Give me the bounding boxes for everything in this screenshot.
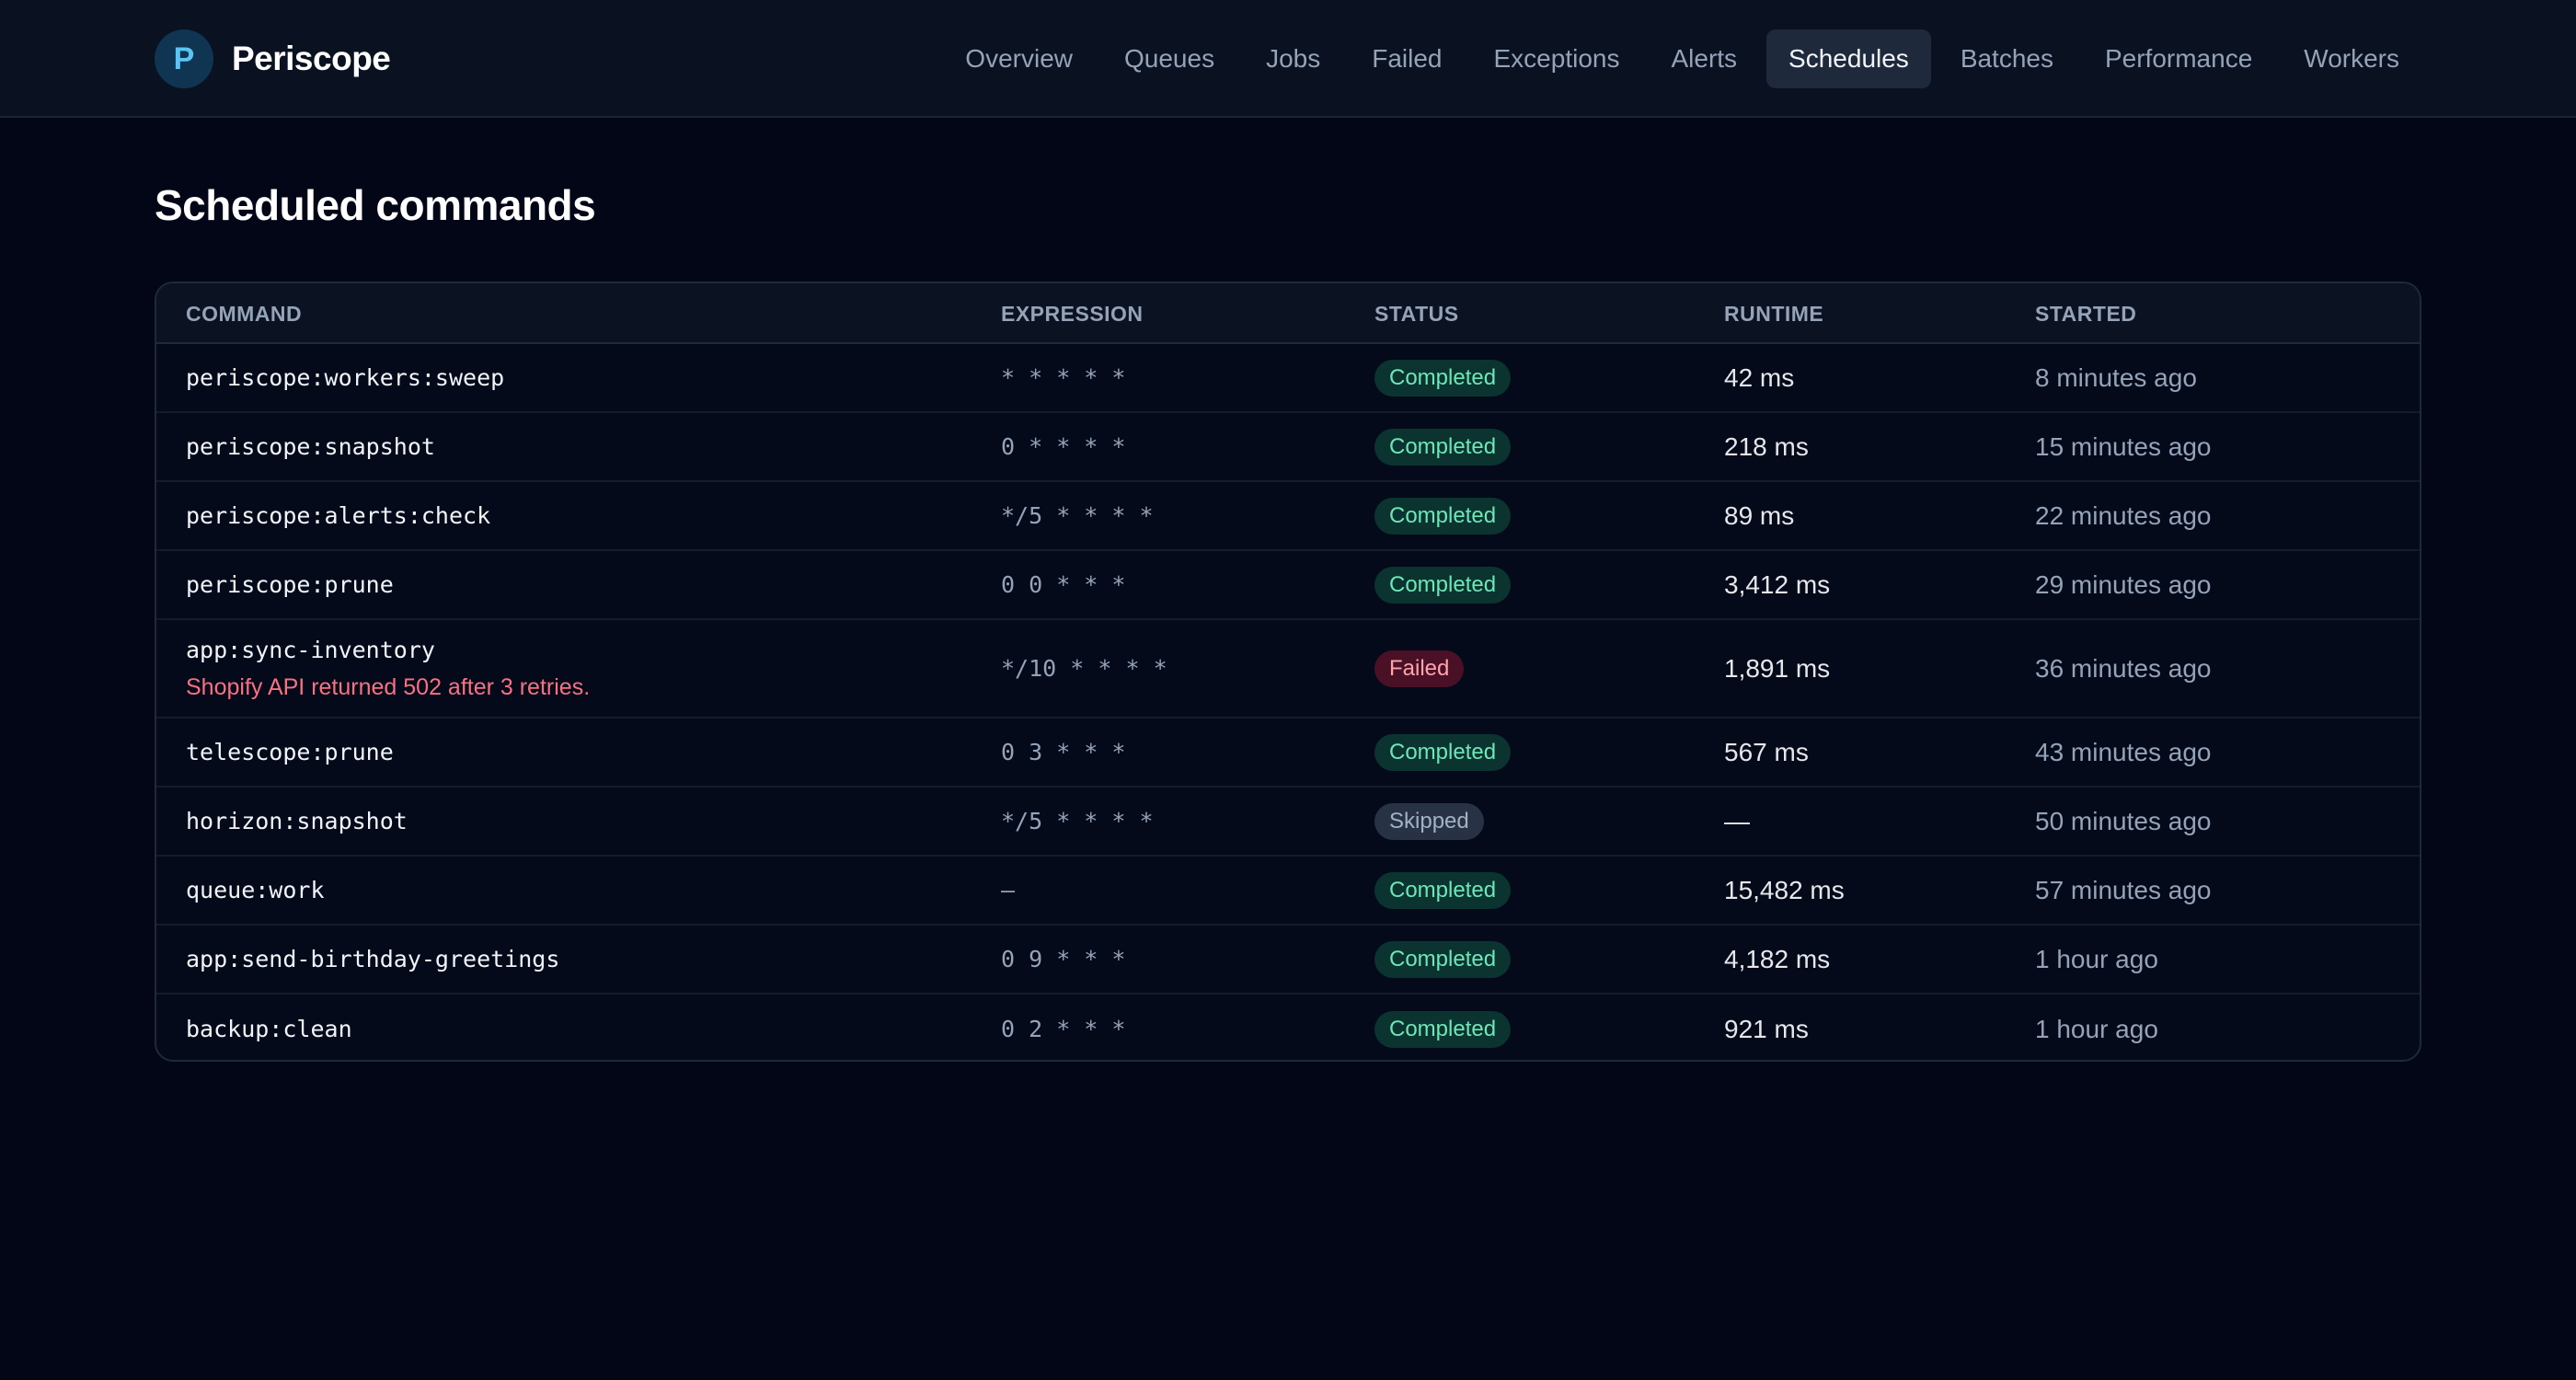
table-row[interactable]: app:send-birthday-greetings 0 9 * * * Co… bbox=[156, 926, 2420, 995]
command-name: periscope:prune bbox=[186, 571, 394, 598]
table-row[interactable]: periscope:prune 0 0 * * * Completed 3,41… bbox=[156, 551, 2420, 620]
command-name: periscope:snapshot bbox=[186, 433, 435, 460]
status-badge: Skipped bbox=[1374, 802, 1484, 840]
command-name: backup:clean bbox=[186, 1016, 352, 1042]
nav-item-jobs[interactable]: Jobs bbox=[1244, 29, 1342, 88]
cron-expression: 0 3 * * * bbox=[1001, 739, 1126, 765]
table-row[interactable]: queue:work — Completed 15,482 ms 57 minu… bbox=[156, 857, 2420, 926]
started-time: 29 minutes ago bbox=[2035, 569, 2212, 599]
status-badge: Completed bbox=[1374, 428, 1512, 466]
started-time: 8 minutes ago bbox=[2035, 362, 2197, 392]
started-time: 36 minutes ago bbox=[2035, 653, 2212, 683]
cron-expression: */5 * * * * bbox=[1001, 808, 1154, 834]
runtime-value: 1,891 ms bbox=[1724, 653, 1831, 683]
app-name: Periscope bbox=[232, 40, 391, 77]
cron-expression: 0 0 * * * bbox=[1001, 571, 1126, 598]
command-name: periscope:workers:sweep bbox=[186, 364, 505, 391]
cron-expression: 0 * * * * bbox=[1001, 433, 1126, 460]
command-name: periscope:alerts:check bbox=[186, 502, 491, 529]
started-time: 22 minutes ago bbox=[2035, 500, 2212, 530]
command-name: queue:work bbox=[186, 877, 325, 903]
column-header-started: STARTED bbox=[2035, 301, 2137, 326]
status-badge: Completed bbox=[1374, 733, 1512, 771]
command-name: telescope:prune bbox=[186, 739, 394, 765]
runtime-value: 42 ms bbox=[1724, 362, 1795, 392]
nav-item-performance[interactable]: Performance bbox=[2083, 29, 2274, 88]
nav-item-queues[interactable]: Queues bbox=[1102, 29, 1236, 88]
page-title: Scheduled commands bbox=[155, 181, 596, 229]
column-header-status: STATUS bbox=[1374, 301, 1459, 326]
runtime-value: 567 ms bbox=[1724, 737, 1809, 766]
status-badge: Completed bbox=[1374, 497, 1512, 535]
status-badge: Failed bbox=[1374, 650, 1465, 687]
table-row[interactable]: telescope:prune 0 3 * * * Completed 567 … bbox=[156, 719, 2420, 788]
status-badge: Completed bbox=[1374, 359, 1512, 397]
column-header-command: COMMAND bbox=[186, 301, 303, 326]
status-badge: Completed bbox=[1374, 871, 1512, 909]
nav-item-failed[interactable]: Failed bbox=[1350, 29, 1464, 88]
error-message: Shopify API returned 502 after 3 retries… bbox=[186, 673, 591, 700]
runtime-value: 4,182 ms bbox=[1724, 944, 1831, 973]
column-header-runtime: RUNTIME bbox=[1724, 301, 1824, 326]
table-row[interactable]: horizon:snapshot */5 * * * * Skipped — 5… bbox=[156, 788, 2420, 857]
status-badge: Completed bbox=[1374, 566, 1512, 604]
runtime-value: 921 ms bbox=[1724, 1014, 1809, 1043]
table-row[interactable]: backup:clean 0 2 * * * Completed 921 ms … bbox=[156, 995, 2420, 1060]
started-time: 57 minutes ago bbox=[2035, 875, 2212, 904]
started-time: 50 minutes ago bbox=[2035, 806, 2212, 835]
cron-expression: */10 * * * * bbox=[1001, 655, 1167, 682]
runtime-value: 89 ms bbox=[1724, 500, 1795, 530]
runtime-value: 15,482 ms bbox=[1724, 875, 1845, 904]
runtime-value: — bbox=[1724, 806, 1750, 835]
cron-expression: 0 9 * * * bbox=[1001, 946, 1126, 972]
cron-expression: * * * * * bbox=[1001, 364, 1126, 391]
started-time: 15 minutes ago bbox=[2035, 431, 2212, 461]
runtime-value: 218 ms bbox=[1724, 431, 1809, 461]
nav-item-alerts[interactable]: Alerts bbox=[1649, 29, 1759, 88]
command-name: app:send-birthday-greetings bbox=[186, 946, 560, 972]
started-time: 43 minutes ago bbox=[2035, 737, 2212, 766]
cron-expression: — bbox=[1001, 877, 1016, 903]
nav-item-overview[interactable]: Overview bbox=[943, 29, 1095, 88]
schedules-table: COMMAND EXPRESSION STATUS RUNTIME STARTE… bbox=[155, 282, 2421, 1062]
table-row[interactable]: periscope:workers:sweep * * * * * Comple… bbox=[156, 344, 2420, 413]
main-nav: Overview Queues Jobs Failed Exceptions A… bbox=[936, 29, 2421, 88]
command-name: app:sync-inventory bbox=[186, 636, 435, 663]
status-badge: Completed bbox=[1374, 940, 1512, 978]
started-time: 1 hour ago bbox=[2035, 1014, 2158, 1043]
top-bar: P Periscope Overview Queues Jobs Failed … bbox=[0, 0, 2576, 118]
command-name: horizon:snapshot bbox=[186, 808, 408, 834]
nav-item-workers[interactable]: Workers bbox=[2282, 29, 2421, 88]
nav-item-schedules[interactable]: Schedules bbox=[1766, 29, 1931, 88]
brand[interactable]: P Periscope bbox=[155, 29, 391, 88]
table-row[interactable]: periscope:alerts:check */5 * * * * Compl… bbox=[156, 482, 2420, 551]
table-header: COMMAND EXPRESSION STATUS RUNTIME STARTE… bbox=[156, 283, 2420, 344]
logo-icon: P bbox=[155, 29, 213, 88]
table-row[interactable]: app:sync-inventory Shopify API returned … bbox=[156, 620, 2420, 719]
nav-item-exceptions[interactable]: Exceptions bbox=[1472, 29, 1642, 88]
started-time: 1 hour ago bbox=[2035, 944, 2158, 973]
status-badge: Completed bbox=[1374, 1010, 1512, 1048]
cron-expression: 0 2 * * * bbox=[1001, 1016, 1126, 1042]
column-header-expression: EXPRESSION bbox=[1001, 301, 1144, 326]
nav-item-batches[interactable]: Batches bbox=[1938, 29, 2076, 88]
cron-expression: */5 * * * * bbox=[1001, 502, 1154, 529]
runtime-value: 3,412 ms bbox=[1724, 569, 1831, 599]
table-row[interactable]: periscope:snapshot 0 * * * * Completed 2… bbox=[156, 413, 2420, 482]
